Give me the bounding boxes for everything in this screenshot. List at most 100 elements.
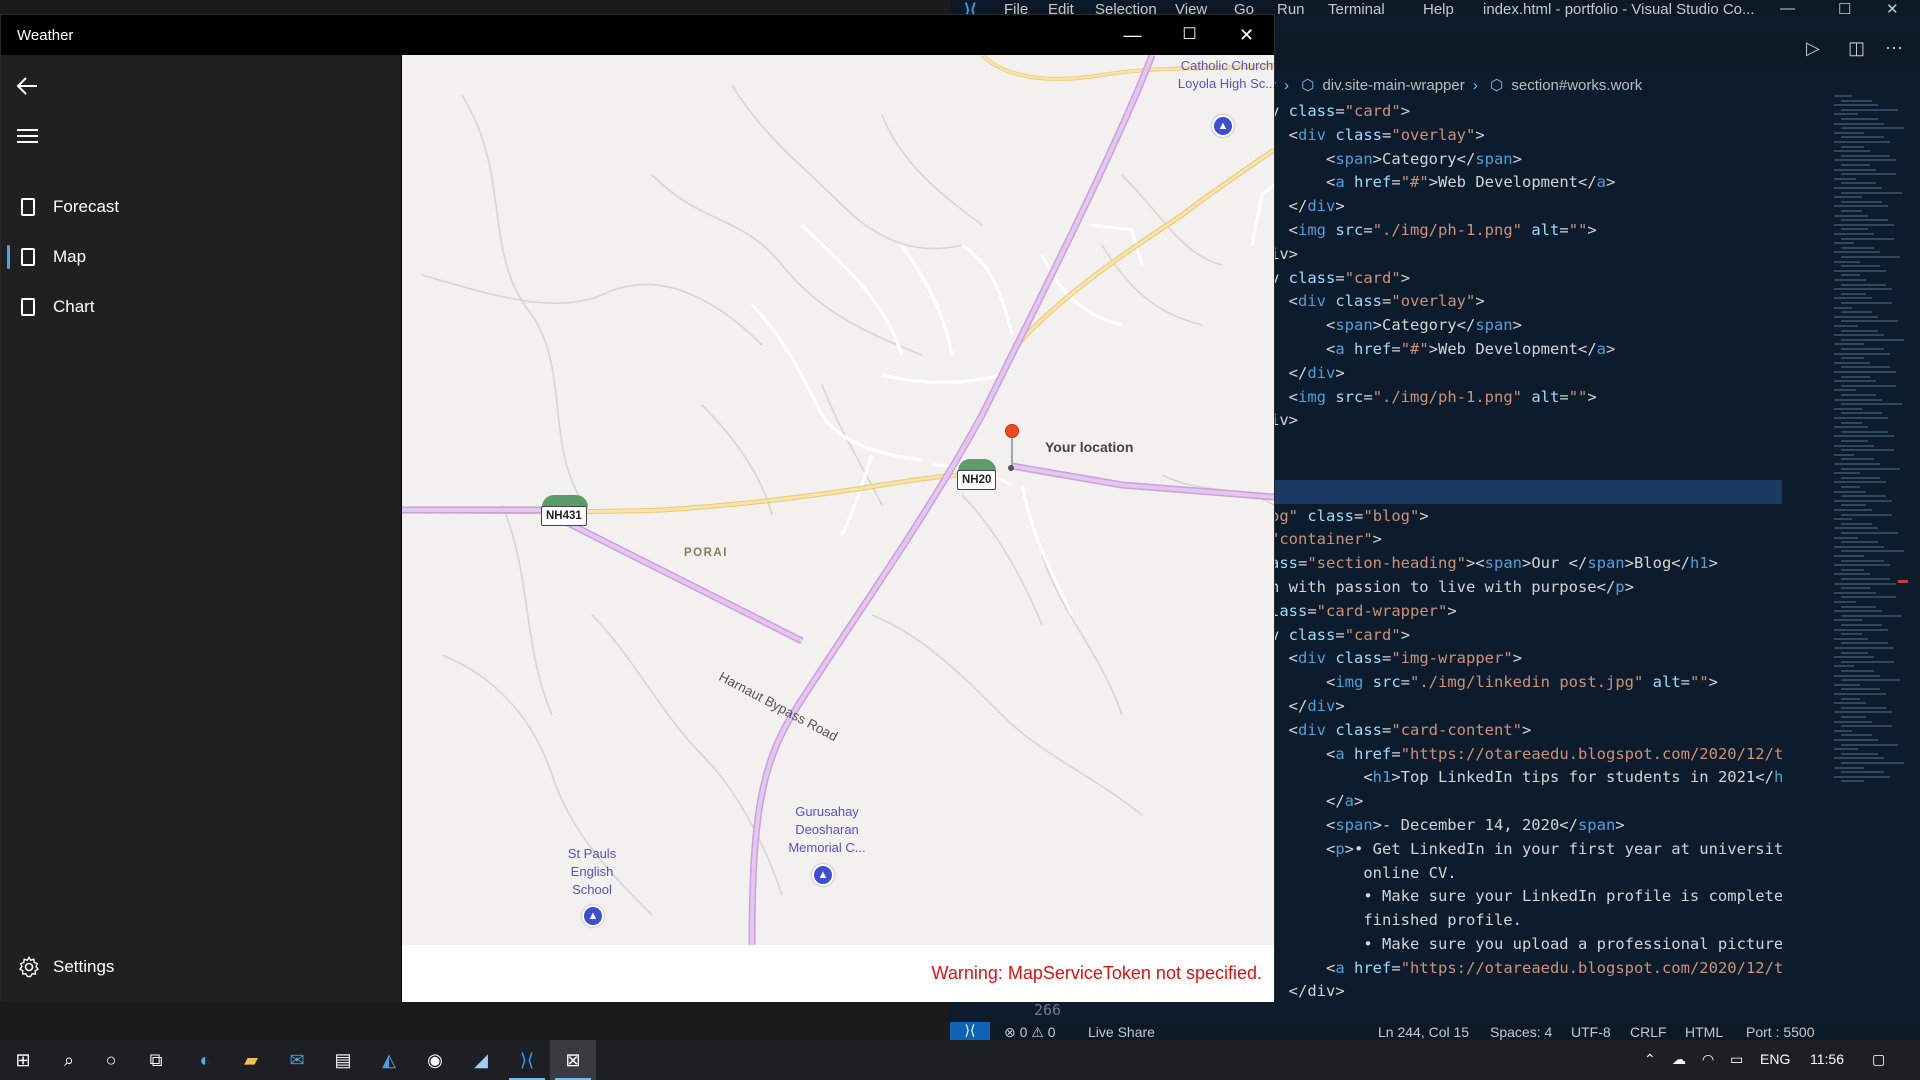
live-share-button[interactable]: Live Share [1088,1024,1155,1040]
title-bar[interactable]: Weather — ☐ ✕ [1,15,1274,55]
location-pin-icon[interactable] [1005,424,1019,438]
minimap[interactable] [1830,95,1910,815]
live-server-port[interactable]: Port : 5500 [1746,1024,1815,1040]
cortana-icon[interactable]: ○ [88,1040,134,1080]
code-line[interactable]: <span>Category</span> [1270,148,1782,172]
back-arrow-icon[interactable] [13,71,43,101]
task-view-icon[interactable]: ⧉ [133,1040,179,1080]
photos-icon[interactable]: ◭ [366,1040,412,1080]
minimap-line [1841,734,1872,737]
code-line[interactable]: ass="section-heading"><span>Our </span>B… [1270,552,1782,576]
code-line[interactable]: <img src="./img/ph-1.png" alt=""> [1270,219,1782,243]
file-explorer-icon[interactable]: ▰ [228,1040,274,1080]
battery-icon[interactable]: ▭ [1730,1051,1743,1068]
code-line[interactable]: <a href="https://otareaedu.blogspot.com/… [1270,743,1782,767]
breadcrumb-item[interactable]: section#works.work [1511,77,1642,94]
chevron-up-icon[interactable]: ⌃ [1644,1051,1656,1068]
code-line[interactable] [1270,457,1782,481]
code-line[interactable]: <img src="./img/linkedin post.jpg" alt="… [1270,671,1782,695]
run-icon[interactable]: ▷ [1806,38,1820,59]
code-line[interactable]: <div class="card-content"> [1270,719,1782,743]
code-line[interactable]: </div> [1270,695,1782,719]
remote-indicator-icon[interactable]: ⟩⟨ [950,1022,990,1042]
code-line[interactable]: </a> [1270,790,1782,814]
code-line[interactable] [1270,481,1782,505]
poi-label[interactable]: St Pauls English School [552,845,632,899]
mail-icon[interactable]: ✉ [274,1040,320,1080]
poi-label[interactable]: Gurusahay Deosharan Memorial C... [782,803,872,857]
code-line[interactable]: n with passion to live with purpose</p> [1270,576,1782,600]
code-line[interactable]: online CV. [1270,862,1782,886]
code-line[interactable]: <div class="img-wrapper"> [1270,647,1782,671]
line-ending[interactable]: CRLF [1630,1024,1667,1040]
vscode-minimize-button[interactable]: — [1780,0,1795,17]
code-line[interactable]: v class="card"> [1270,624,1782,648]
vscode-close-button[interactable]: ✕ [1886,0,1899,18]
menu-terminal[interactable]: Terminal [1328,1,1385,18]
clock[interactable]: 11:56 [1810,1051,1844,1067]
nav-item-forecast[interactable]: Forecast [1,185,401,229]
encoding[interactable]: UTF-8 [1571,1024,1611,1040]
close-button[interactable]: ✕ [1218,15,1275,55]
code-line[interactable] [1270,433,1782,457]
split-editor-icon[interactable]: ◫ [1848,38,1865,59]
code-line[interactable]: </div> [1270,362,1782,386]
vscode-taskbar-icon[interactable]: ⟩⟨ [504,1040,550,1080]
code-line[interactable]: <h1>Top LinkedIn tips for students in 20… [1270,766,1782,790]
code-line[interactable]: iv> [1270,243,1782,267]
code-editor[interactable]: v class="card"> <div class="overlay"> <s… [1270,100,1782,1020]
nav-item-settings[interactable]: Settings [1,945,401,989]
search-icon[interactable]: ⌕ [46,1040,92,1080]
code-line[interactable]: </div> [1270,195,1782,219]
indentation[interactable]: Spaces: 4 [1490,1024,1552,1040]
obs-icon[interactable]: ◉ [412,1040,458,1080]
code-line[interactable]: v class="card"> [1270,100,1782,124]
minimize-button[interactable]: — [1104,15,1161,55]
code-line[interactable]: <div class="overlay"> [1270,290,1782,314]
code-line[interactable]: lass="card-wrapper"> [1270,600,1782,624]
store-icon[interactable]: ▤ [320,1040,366,1080]
cursor-position[interactable]: Ln 244, Col 15 [1378,1024,1469,1040]
code-line[interactable]: <a href="#">Web Development</a> [1270,171,1782,195]
code-line[interactable]: </div> [1270,980,1782,1004]
notification-icon[interactable]: ▢ [1872,1051,1885,1068]
vscode-maximize-button[interactable]: ☐ [1838,0,1851,18]
code-line[interactable]: finished profile. [1270,909,1782,933]
nav-item-chart[interactable]: Chart [1,285,401,329]
weather-app-taskbar-icon[interactable]: ⊠ [550,1040,596,1080]
code-line[interactable]: "container"> [1270,528,1782,552]
code-line[interactable]: • Make sure you upload a professional pi… [1270,933,1782,957]
code-line[interactable]: <a href="https://otareaedu.blogspot.com/… [1270,957,1782,981]
windows-start-icon[interactable]: ⊞ [0,1040,46,1080]
school-icon[interactable]: ▲ [582,905,604,927]
wifi-icon[interactable]: ◠ [1702,1051,1714,1068]
menu-run[interactable]: Run [1277,1,1305,18]
code-line[interactable]: v class="card"> [1270,267,1782,291]
code-line[interactable]: <span>- December 14, 2020</span> [1270,814,1782,838]
code-line[interactable]: iv> [1270,409,1782,433]
language-indicator[interactable]: ENG [1760,1051,1790,1067]
code-line[interactable]: <div class="overlay"> [1270,124,1782,148]
hamburger-menu-icon[interactable] [17,127,39,147]
code-line[interactable]: <img src="./img/ph-1.png" alt=""> [1270,386,1782,410]
code-line[interactable]: • Make sure your LinkedIn profile is com… [1270,885,1782,909]
edge-browser-icon[interactable]: ◐ [182,1040,228,1080]
nav-item-map[interactable]: Map [1,235,401,279]
more-actions-icon[interactable]: ⋯ [1885,38,1903,59]
breadcrumb-item[interactable]: div.site-main-wrapper [1322,77,1464,94]
onedrive-icon[interactable]: ☁ [1672,1051,1686,1068]
school-icon[interactable]: ▲ [812,864,834,886]
problems-indicator[interactable]: ⊗ 0 ⚠ 0 [1004,1024,1056,1041]
code-line[interactable]: <p>• Get LinkedIn in your first year at … [1270,838,1782,862]
map-view[interactable]: NH431 NH20 PORAI Harnaut Bypass Road Cat… [402,55,1274,945]
code-line[interactable]: <span>Category</span> [1270,314,1782,338]
menu-help[interactable]: Help [1423,1,1454,18]
app-icon[interactable]: ◢ [458,1040,504,1080]
poi-label[interactable]: Catholic Church Loyola High Sc... [1172,57,1274,93]
minimap-line [1834,141,1890,143]
code-line[interactable]: og" class="blog"> [1270,505,1782,529]
school-icon[interactable]: ▲ [1212,115,1234,137]
code-line[interactable]: <a href="#">Web Development</a> [1270,338,1782,362]
maximize-button[interactable]: ☐ [1161,15,1218,55]
language-mode[interactable]: HTML [1685,1024,1723,1040]
